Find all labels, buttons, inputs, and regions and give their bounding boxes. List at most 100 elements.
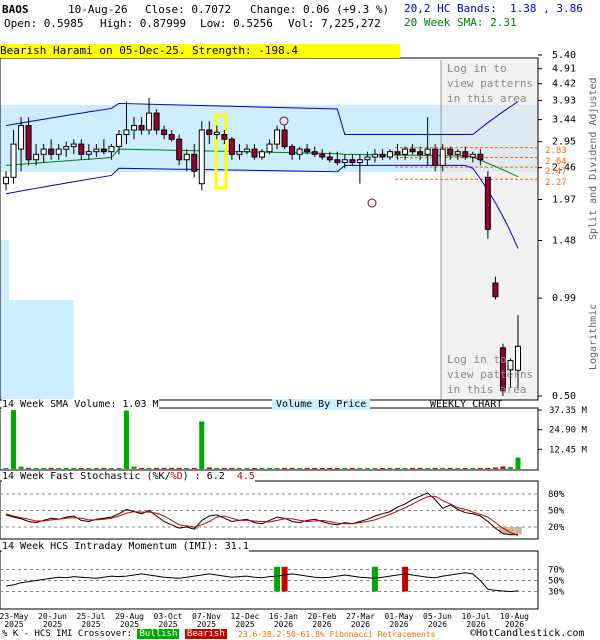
- bullish-candle: [266, 143, 273, 153]
- imi-line: [5, 572, 519, 593]
- price-tick-label: 0.99: [552, 293, 576, 304]
- bullish-candle: [236, 151, 243, 155]
- imi-tick-label: 50%: [548, 577, 565, 587]
- bearish-crossover-bar: [281, 566, 288, 592]
- bearish-candle: [394, 151, 401, 155]
- stoch-tick-label: 20%: [548, 523, 565, 533]
- fib-label: 2.47: [545, 167, 567, 177]
- volume-bar: [108, 468, 114, 469]
- volume-bar: [334, 468, 340, 469]
- bearish-candle: [251, 148, 258, 158]
- volume-frame: [0, 407, 539, 471]
- volume-bar: [139, 468, 145, 469]
- volume-bar: [63, 468, 69, 469]
- fib-label: 2.27: [545, 178, 567, 188]
- bullish-candle: [123, 129, 130, 136]
- bullish-candle: [63, 146, 70, 150]
- volume-bar: [251, 468, 257, 469]
- price-tick-label: 5.40: [552, 50, 576, 61]
- volume-bar: [93, 468, 99, 469]
- login-prompt-top[interactable]: Log in to view patterns in this area: [447, 61, 533, 106]
- bearish-candle: [206, 129, 213, 136]
- bearish-candle: [25, 125, 32, 161]
- volume-bar: [304, 468, 310, 469]
- bullish-crossover-bar: [274, 566, 281, 592]
- bullish-candle: [93, 148, 100, 153]
- x-tick-year: 2025: [197, 620, 216, 629]
- bearish-candle: [228, 138, 235, 155]
- login-line: Log in to: [447, 62, 507, 75]
- bearish-candle: [191, 153, 198, 172]
- volume-bar: [26, 468, 32, 469]
- bearish-candle: [281, 129, 288, 148]
- login-line: view patterns: [447, 77, 534, 90]
- volume-bar: [425, 468, 431, 469]
- bullish-candle: [387, 151, 393, 158]
- imi-title: 14 Week HCS Intraday Momentum (IMI): 31.…: [2, 541, 249, 552]
- volume-bar: [267, 468, 273, 469]
- bullish-candle: [18, 125, 25, 150]
- volume-bar: [312, 468, 318, 469]
- legend-bullish: Bullish: [137, 629, 180, 639]
- price-axis-label: Split and Dividend Adjusted: [588, 77, 599, 240]
- volume-bar: [485, 468, 491, 469]
- imi-tick-label: 70%: [548, 566, 565, 576]
- x-tick-year: 2025: [158, 620, 177, 629]
- volume-tick-label: 24.90 M: [549, 426, 588, 436]
- bearish-candle: [319, 153, 326, 158]
- volume-bar: [169, 468, 175, 469]
- stoch-title-value2: 4.5: [236, 471, 255, 482]
- fib-label: 2.64: [545, 157, 567, 167]
- x-tick-year: 2026: [351, 620, 370, 629]
- legend-bearish: Bearish: [184, 629, 227, 639]
- price-tick-label: 0.50: [552, 391, 576, 402]
- login-line: view patterns: [447, 368, 534, 381]
- volume-bar: [154, 468, 160, 469]
- volume-bar: [48, 468, 54, 469]
- volume-bar: [402, 468, 408, 469]
- bearish-candle: [304, 148, 311, 153]
- x-tick-year: 2026: [428, 620, 447, 629]
- x-tick-year: 2025: [4, 620, 23, 629]
- volume-bar: [289, 468, 295, 469]
- bullish-candle: [131, 125, 137, 131]
- login-overlay: [441, 60, 538, 400]
- x-tick-year: 2025: [81, 620, 100, 629]
- bullish-candle: [198, 129, 205, 185]
- volume-bar: [432, 468, 438, 469]
- bullish-candle: [108, 146, 115, 153]
- volume-bar: [462, 468, 468, 469]
- login-prompt-bottom[interactable]: Log in to view patterns in this area: [447, 352, 533, 397]
- imi-tick-label: 30%: [548, 588, 565, 598]
- volume-bar: [282, 468, 288, 469]
- volume-bar: [236, 468, 242, 469]
- stochastic-d-line: [5, 495, 519, 536]
- volume-bar: [214, 468, 220, 469]
- volume-bar: [86, 468, 92, 469]
- bullish-candle: [274, 129, 281, 145]
- volume-tick-label: 12.45 M: [549, 445, 588, 455]
- bullish-candle: [371, 153, 378, 158]
- bullish-candle: [70, 143, 77, 148]
- volume-bar: [176, 468, 182, 469]
- bearish-candle: [379, 153, 386, 158]
- volume-bar: [259, 468, 265, 469]
- volume-bar: [417, 468, 423, 469]
- volume-bar: [342, 468, 348, 469]
- price-tick-label: 1.48: [552, 235, 576, 246]
- oversold-fill: [514, 527, 522, 535]
- bearish-candle: [221, 134, 228, 140]
- stoch-title-suffix: ) : 6.2: [182, 471, 225, 482]
- volume-bar: [206, 467, 212, 469]
- bearish-candle: [409, 148, 416, 153]
- stoch-title-prefix: 14 Week Fast Stochastic (: [2, 471, 153, 482]
- copyright[interactable]: ©HotCandlestick.com: [470, 628, 584, 639]
- price-tick-label: 4.42: [552, 79, 576, 90]
- volume-bar: [500, 466, 506, 469]
- bearish-candle: [417, 151, 424, 155]
- footer-legend: % K - HCS IMI Crossover: Bullish Bearish: [2, 629, 227, 639]
- volume-bar: [101, 468, 107, 469]
- stoch-tick-label: 80%: [548, 490, 565, 500]
- stoch-tick-label: 50%: [548, 507, 565, 517]
- x-tick-year: 2025: [43, 620, 62, 629]
